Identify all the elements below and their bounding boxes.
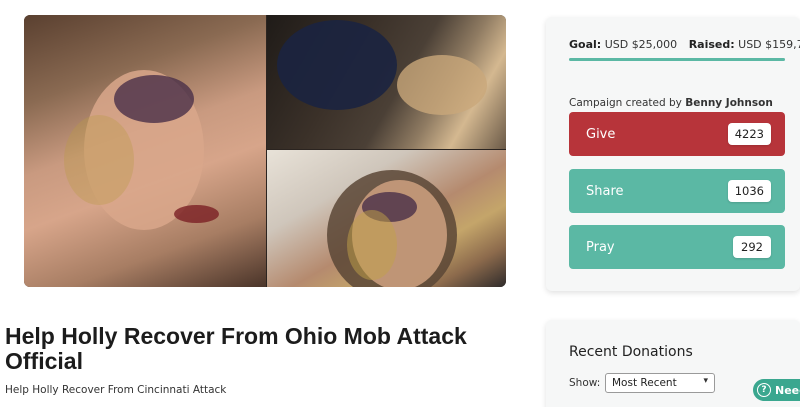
- raised-label: Raised:: [688, 38, 735, 51]
- share-count: 1036: [727, 180, 771, 202]
- campaign-creator: Campaign created by Benny Johnson: [569, 97, 773, 109]
- chevron-down-icon: ▾: [703, 376, 708, 386]
- share-button[interactable]: Share 1036: [569, 169, 785, 213]
- raised-value: USD $159,791: [738, 38, 800, 51]
- photo-on-ground[interactable]: [267, 15, 506, 149]
- progress-bar-fill: [569, 58, 785, 61]
- photo-face-closeup[interactable]: [24, 15, 266, 287]
- goal-value: USD $25,000: [604, 38, 678, 51]
- campaign-progress-card: Goal: USD $25,000 Raised: USD $159,791 C…: [546, 17, 800, 291]
- help-widget-label: Need: [775, 383, 800, 397]
- sort-select-value: Most Recent: [612, 377, 677, 389]
- goal-raised-row: Goal: USD $25,000 Raised: USD $159,791: [569, 38, 800, 51]
- give-label: Give: [586, 126, 616, 142]
- give-count: 4223: [727, 123, 771, 145]
- show-label: Show:: [569, 377, 601, 389]
- recent-donations-heading: Recent Donations: [569, 344, 693, 360]
- pray-button[interactable]: Pray 292: [569, 225, 785, 269]
- sort-select[interactable]: Most Recent ▾: [605, 373, 715, 393]
- help-widget-button[interactable]: ? Need: [753, 379, 800, 401]
- creator-prefix: Campaign created by: [569, 97, 682, 109]
- photo-gallery[interactable]: [24, 15, 506, 287]
- page-title: Help Holly Recover From Ohio Mob Attack …: [5, 323, 467, 374]
- photo-face-side[interactable]: [267, 150, 506, 287]
- give-button[interactable]: Give 4223: [569, 112, 785, 156]
- creator-name[interactable]: Benny Johnson: [685, 97, 773, 109]
- share-label: Share: [586, 183, 624, 199]
- page-subtitle: Help Holly Recover From Cincinnati Attac…: [5, 384, 227, 396]
- question-icon: ?: [757, 383, 771, 397]
- pray-label: Pray: [586, 239, 615, 255]
- pray-count: 292: [733, 236, 771, 258]
- progress-bar: [569, 58, 785, 61]
- goal-label: Goal:: [569, 38, 602, 51]
